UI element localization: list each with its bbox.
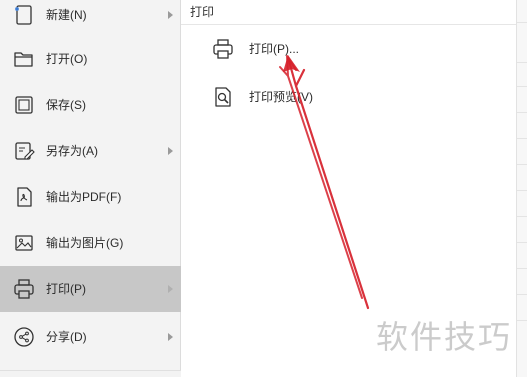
- grid-line: [517, 62, 527, 63]
- grid-line: [517, 216, 527, 217]
- submenu-title: 打印: [190, 5, 215, 19]
- print-button[interactable]: 打印(P)...: [201, 32, 381, 66]
- menu-item-new[interactable]: 新建(N): [0, 0, 181, 38]
- share-icon: [14, 327, 34, 347]
- chevron-right-icon: [168, 285, 173, 293]
- print-preview-icon: [215, 87, 231, 107]
- printer-icon: [213, 39, 233, 59]
- menu-item-label: 另存为(A): [46, 144, 98, 158]
- export-pdf-icon: [17, 187, 32, 207]
- spreadsheet-edge: [516, 0, 527, 377]
- menu-item-label: 输出为PDF(F): [46, 190, 122, 204]
- menu-item-export-image[interactable]: 输出为图片(G): [0, 220, 181, 266]
- save-as-icon: [15, 142, 35, 160]
- menu-item-open[interactable]: 打开(O): [0, 36, 181, 82]
- watermark: 软件技巧: [376, 318, 513, 356]
- submenu-divider: [181, 24, 516, 25]
- menu-item-label: 分享(D): [46, 330, 87, 344]
- grid-line: [517, 112, 527, 113]
- menu-item-label: 新建(N): [46, 8, 87, 22]
- grid-line: [517, 320, 527, 321]
- print-button-label: 打印(P)...: [249, 42, 299, 56]
- grid-line: [517, 138, 527, 139]
- export-image-icon: [15, 235, 33, 251]
- grid-line: [517, 190, 527, 191]
- folder-open-icon: [14, 52, 33, 67]
- menu-item-label: 打开(O): [46, 52, 88, 66]
- chevron-right-icon: [168, 147, 173, 155]
- menu-item-save-as[interactable]: 另存为(A): [0, 128, 181, 174]
- new-document-icon: [15, 5, 32, 25]
- menu-item-label: 输出为图片(G): [46, 236, 124, 250]
- grid-line: [517, 22, 527, 23]
- menu-item-print[interactable]: 打印(P): [0, 266, 181, 312]
- menu-divider: [0, 370, 181, 377]
- printer-icon: [14, 279, 34, 299]
- grid-line: [517, 164, 527, 165]
- menu-item-save[interactable]: 保存(S): [0, 82, 181, 128]
- file-menu-sidebar: 新建(N) 打开(O) 保存(S) 另存为(A) 输出为PDF(F) 输出为图片…: [0, 0, 181, 377]
- menu-item-label: 保存(S): [46, 98, 86, 112]
- chevron-right-icon: [168, 11, 173, 19]
- save-icon: [15, 96, 33, 114]
- grid-line: [517, 294, 527, 295]
- chevron-right-icon: [168, 333, 173, 341]
- grid-line: [517, 268, 527, 269]
- grid-line: [517, 242, 527, 243]
- menu-item-share[interactable]: 分享(D): [0, 314, 181, 360]
- menu-item-label: 打印(P): [46, 282, 86, 296]
- print-preview-button-label: 打印预览(V): [249, 90, 313, 104]
- grid-line: [517, 86, 527, 87]
- print-preview-button[interactable]: 打印预览(V): [201, 80, 381, 114]
- menu-item-export-pdf[interactable]: 输出为PDF(F): [0, 174, 181, 220]
